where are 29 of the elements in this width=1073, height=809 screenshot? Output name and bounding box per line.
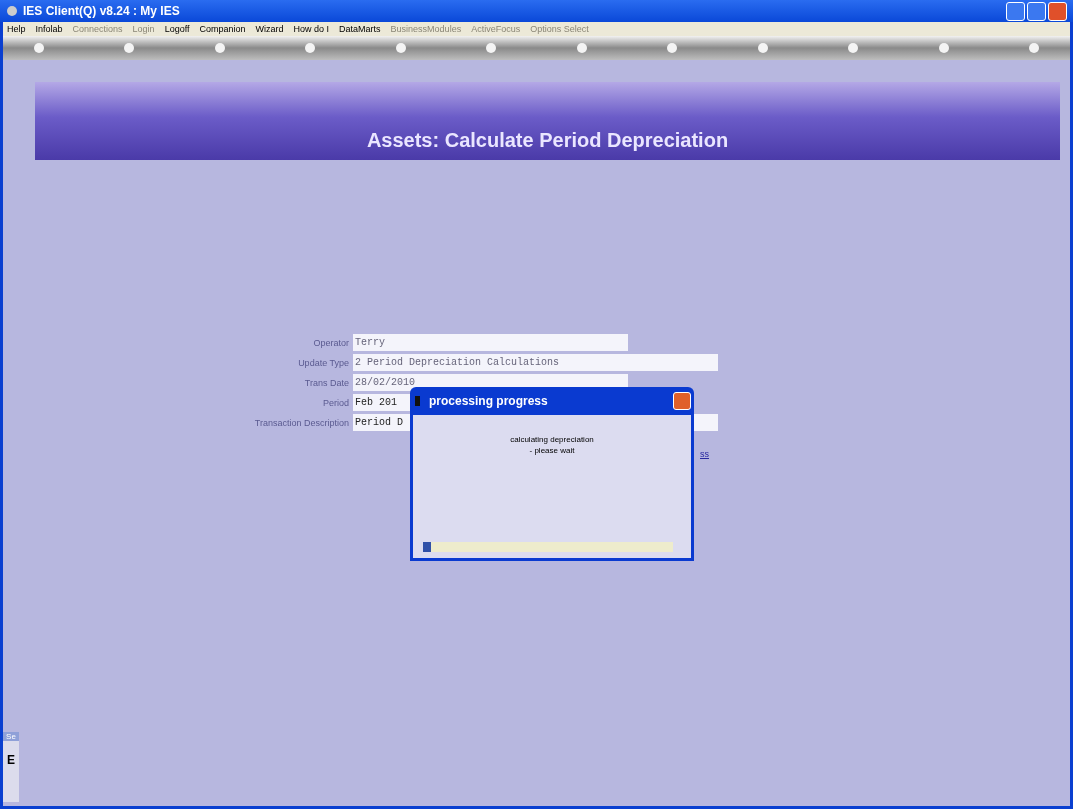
menu-item[interactable]: Companion	[199, 24, 246, 34]
dialog-message: - please wait	[529, 446, 575, 455]
side-tab[interactable]: Se E	[3, 732, 19, 802]
tab-key: E	[7, 753, 15, 767]
field-label: Period	[322, 397, 350, 408]
field-label: Operator	[312, 337, 350, 348]
field-label: Transaction Description	[253, 417, 350, 428]
window-title: IES Client(Q) v8.24 : My IES	[23, 4, 180, 18]
dialog-message: calculating depreciation	[510, 435, 594, 444]
menu-item[interactable]: DataMarts	[339, 24, 381, 34]
close-button[interactable]	[673, 392, 691, 410]
input-field[interactable]: 2 Period Depreciation Calculations	[353, 354, 718, 371]
menu-item[interactable]: Infolab	[35, 24, 63, 34]
field-label: Update Type	[297, 357, 350, 368]
app-icon	[6, 5, 18, 17]
menu-item[interactable]: Help	[7, 24, 26, 34]
close-button[interactable]	[1048, 1, 1067, 21]
app-icon	[413, 395, 423, 407]
menu-item[interactable]: How do I	[293, 24, 330, 34]
page-title: Assets: Calculate Period Depreciation	[366, 129, 729, 152]
menu-item[interactable]: Wizard	[255, 24, 284, 34]
field-label: Trans Date	[303, 377, 350, 388]
maximize-button[interactable]	[1027, 1, 1046, 21]
tab-label: Se	[3, 732, 19, 741]
minimize-button[interactable]	[1006, 1, 1025, 21]
link[interactable]: ss	[700, 449, 1070, 459]
menu-item[interactable]: Logoff	[164, 24, 190, 34]
dialog-title: processing progress	[429, 394, 548, 408]
input-field[interactable]: Terry	[353, 334, 628, 351]
